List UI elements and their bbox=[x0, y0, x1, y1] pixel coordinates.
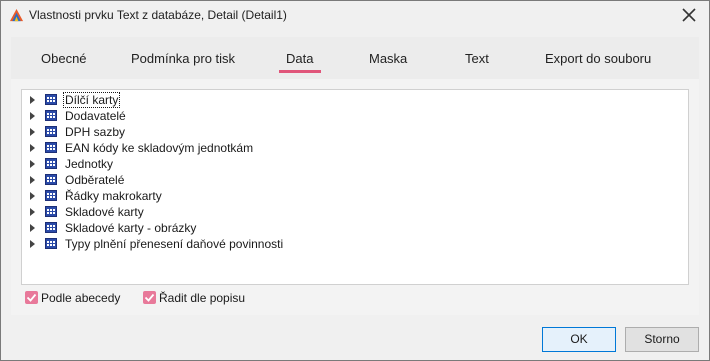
table-icon bbox=[45, 190, 57, 201]
title-bar: Vlastnosti prvku Text z databáze, Detail… bbox=[1, 1, 709, 29]
tree-item-label: Jednotky bbox=[65, 157, 114, 171]
tab-content-data: Dílčí karty Dodavatelé DPH sazby EAN kódy k… bbox=[11, 79, 699, 315]
sort-by-description-label: Řadit dle popisu bbox=[159, 291, 246, 305]
expand-arrow-icon[interactable] bbox=[30, 96, 35, 104]
tree-item[interactable]: Skladové karty - obrázky bbox=[22, 220, 662, 236]
expand-arrow-icon[interactable] bbox=[30, 128, 35, 136]
tree-item-label: DPH sazby bbox=[65, 125, 126, 139]
table-icon bbox=[45, 94, 57, 105]
tree-item-label: Skladové karty - obrázky bbox=[65, 221, 197, 235]
expand-arrow-icon[interactable] bbox=[30, 208, 35, 216]
expand-arrow-icon[interactable] bbox=[30, 160, 35, 168]
tab-obecne[interactable]: Obecné bbox=[41, 51, 87, 66]
expand-arrow-icon[interactable] bbox=[30, 240, 35, 248]
check-icon bbox=[26, 293, 37, 302]
expand-arrow-icon[interactable] bbox=[30, 112, 35, 120]
checkbox-checked[interactable] bbox=[143, 291, 156, 304]
tree-item-label: Řádky makrokarty bbox=[65, 189, 162, 203]
tree-item[interactable]: Skladové karty bbox=[22, 204, 662, 220]
tab-text[interactable]: Text bbox=[465, 51, 489, 66]
window-title: Vlastnosti prvku Text z databáze, Detail… bbox=[29, 8, 287, 22]
expand-arrow-icon[interactable] bbox=[30, 224, 35, 232]
tab-export-do-souboru[interactable]: Export do souboru bbox=[545, 51, 651, 66]
tab-bar: Obecné Podmínka pro tisk Data Maska Text… bbox=[11, 37, 699, 79]
tree-item[interactable]: Řádky makrokarty bbox=[22, 188, 662, 204]
table-icon bbox=[45, 142, 57, 153]
tree-item[interactable]: Odběratelé bbox=[22, 172, 662, 188]
tree-item[interactable]: Jednotky bbox=[22, 156, 662, 172]
tree-item-label: Typy plnění přenesení daňové povinnosti bbox=[65, 237, 284, 251]
table-tree[interactable]: Dílčí karty Dodavatelé DPH sazby EAN kódy k… bbox=[21, 89, 689, 285]
alphabetical-label: Podle abecedy bbox=[41, 291, 121, 305]
table-icon bbox=[45, 174, 57, 185]
table-icon bbox=[45, 126, 57, 137]
app-logo-icon bbox=[9, 8, 24, 22]
tab-podminka-pro-tisk[interactable]: Podmínka pro tisk bbox=[131, 51, 235, 66]
ok-button[interactable]: OK bbox=[542, 327, 616, 352]
tree-item-label: Dílčí karty bbox=[62, 92, 121, 108]
table-icon bbox=[45, 158, 57, 169]
table-icon bbox=[45, 222, 57, 233]
cancel-button[interactable]: Storno bbox=[625, 327, 699, 352]
dialog-window: Vlastnosti prvku Text z databáze, Detail… bbox=[0, 0, 710, 361]
close-icon[interactable] bbox=[679, 5, 699, 25]
tree-item[interactable]: Typy plnění přenesení daňové povinnosti bbox=[22, 236, 662, 252]
tree-item[interactable]: DPH sazby bbox=[22, 124, 662, 140]
expand-arrow-icon[interactable] bbox=[30, 144, 35, 152]
table-icon bbox=[45, 110, 57, 121]
expand-arrow-icon[interactable] bbox=[30, 192, 35, 200]
tree-item[interactable]: Dílčí karty bbox=[22, 92, 662, 108]
tree-item[interactable]: Dodavatelé bbox=[22, 108, 662, 124]
active-tab-indicator bbox=[279, 70, 321, 73]
expand-arrow-icon[interactable] bbox=[30, 176, 35, 184]
table-icon bbox=[45, 238, 57, 249]
tree-item-label: EAN kódy ke skladovým jednotkám bbox=[65, 141, 254, 155]
tab-maska[interactable]: Maska bbox=[369, 51, 407, 66]
tree-item-label: Odběratelé bbox=[65, 173, 125, 187]
tree-item-label: Skladové karty bbox=[65, 205, 144, 219]
tree-item-label: Dodavatelé bbox=[65, 109, 126, 123]
checkbox-checked[interactable] bbox=[25, 291, 38, 304]
tree-item[interactable]: EAN kódy ke skladovým jednotkám bbox=[22, 140, 662, 156]
table-icon bbox=[45, 206, 57, 217]
tab-data[interactable]: Data bbox=[286, 51, 313, 66]
check-icon bbox=[144, 293, 155, 302]
